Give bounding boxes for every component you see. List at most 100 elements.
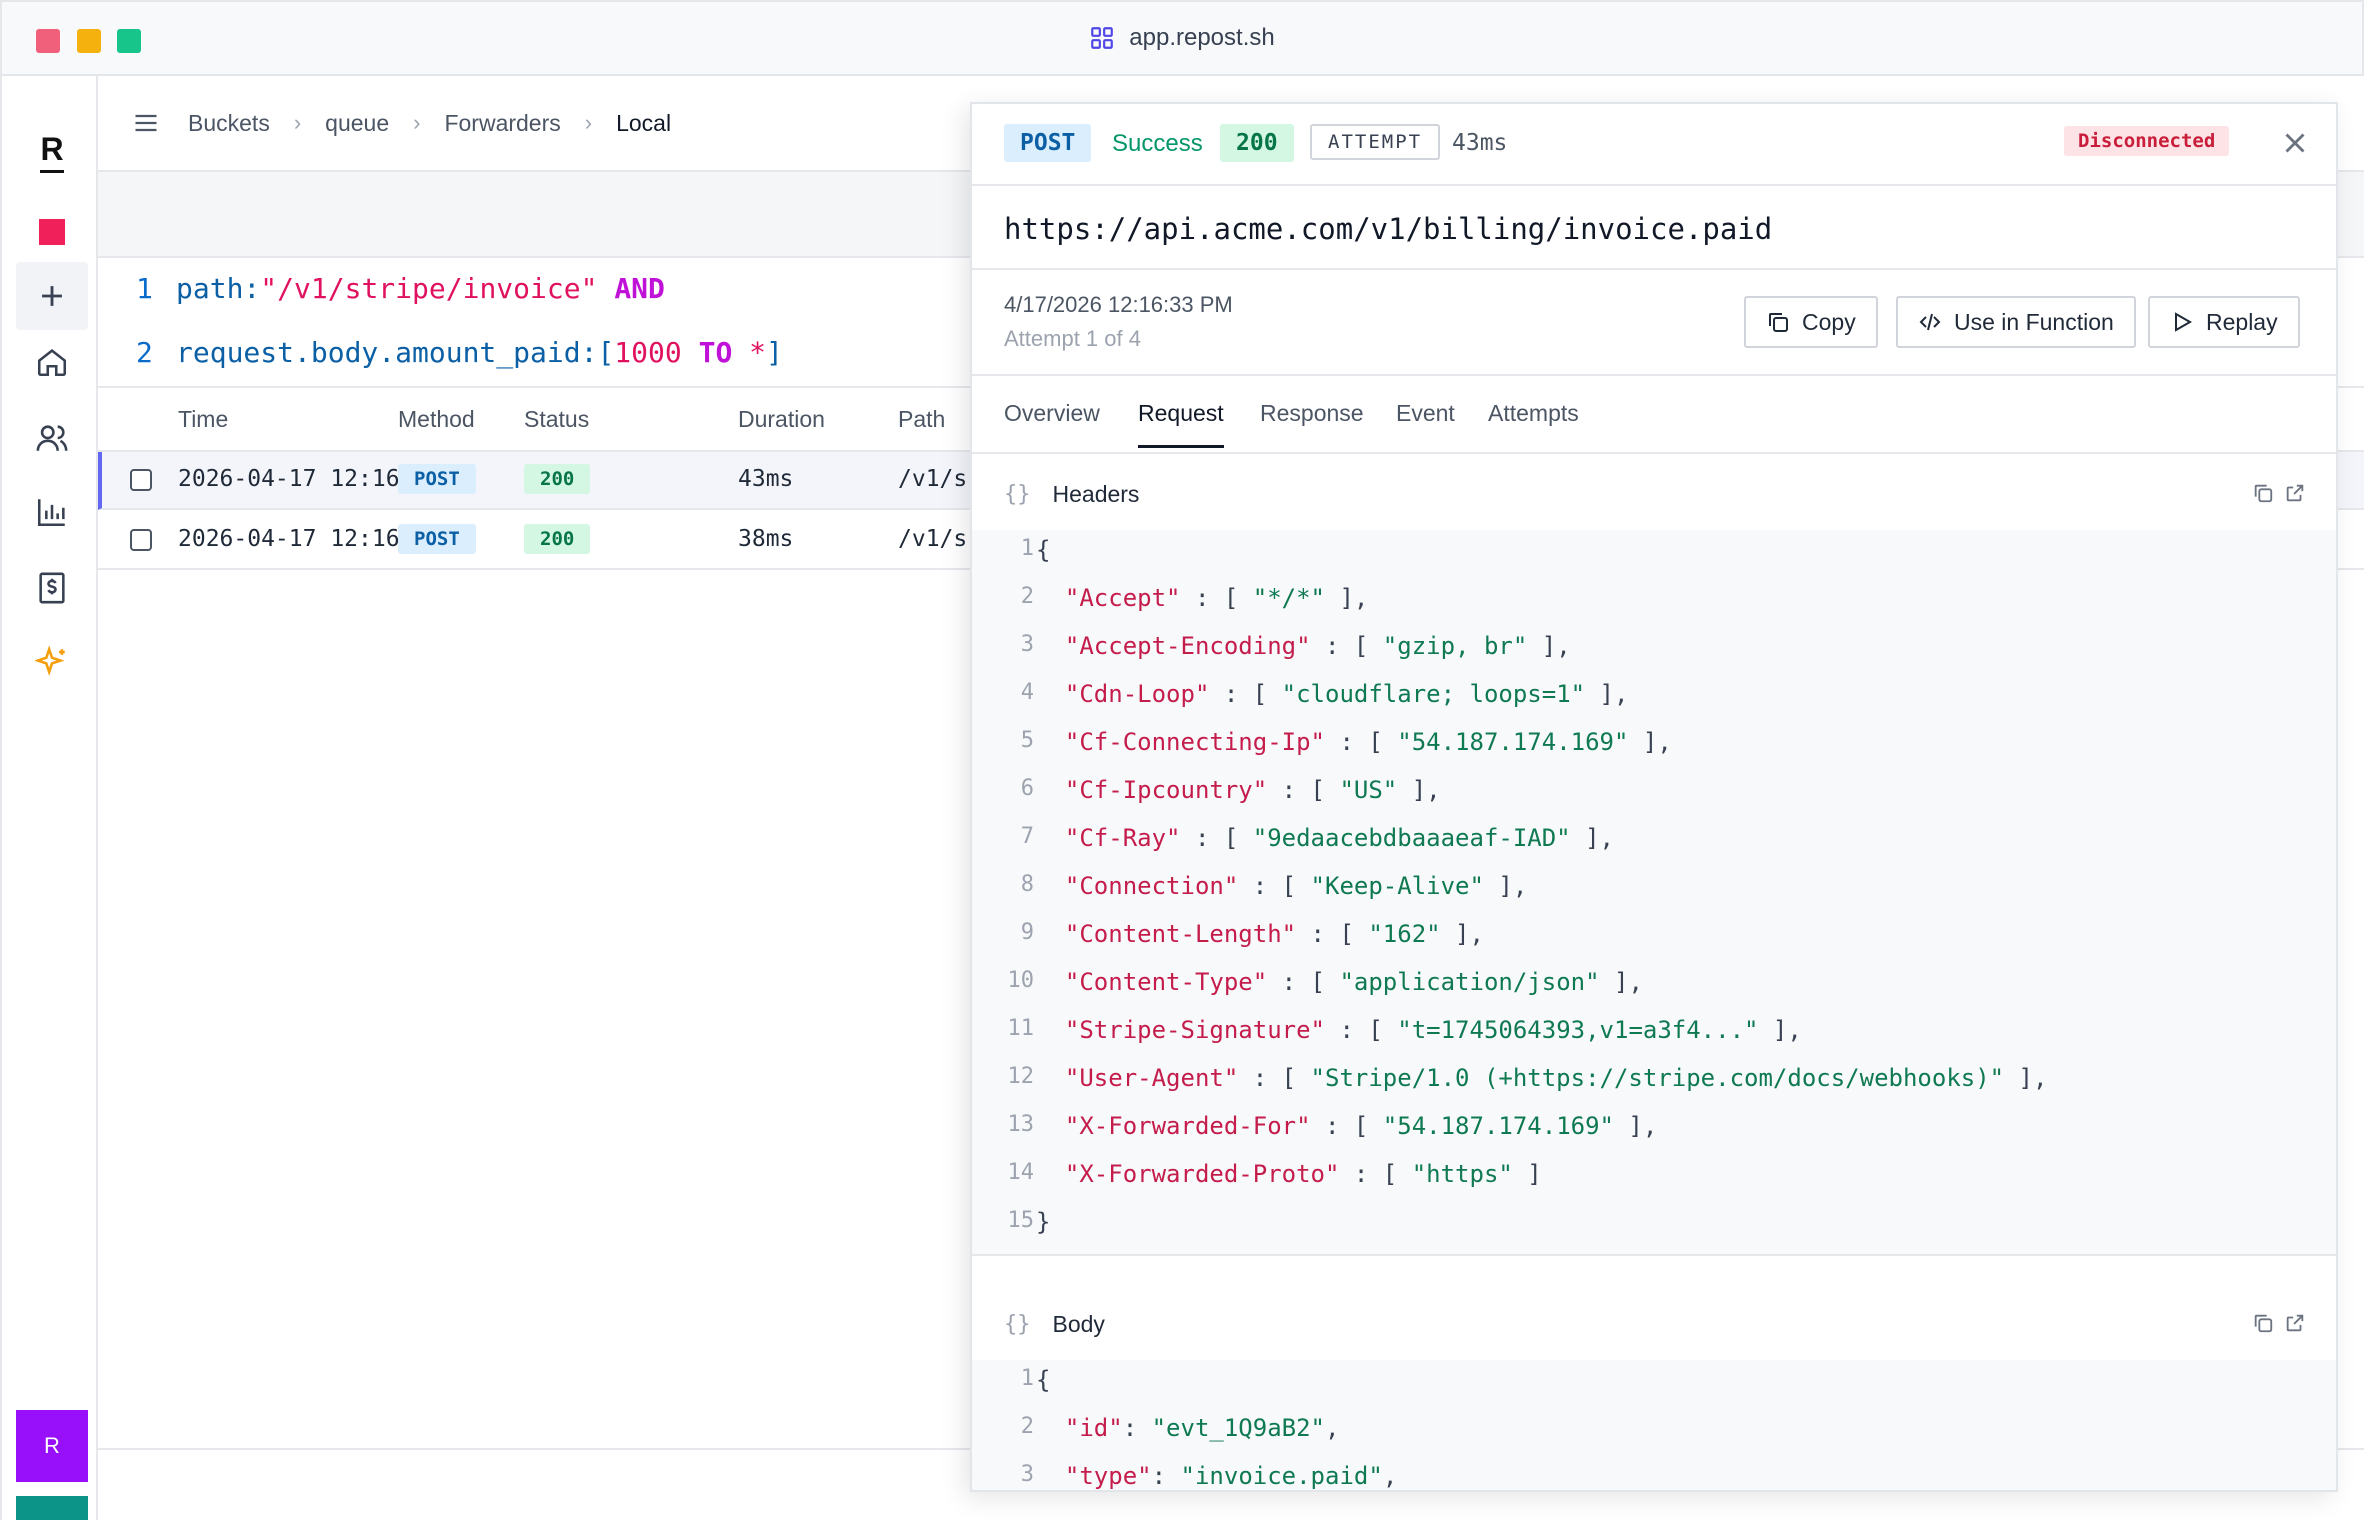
line-number: 2 <box>1020 584 1034 609</box>
chevron-right-icon: › <box>413 110 421 135</box>
headers-code-block[interactable]: 1{2 "Accept" : [ "*/*" ], 3 "Accept-Encod… <box>972 530 2336 1254</box>
headers-section-header[interactable]: {} Headers <box>972 468 2336 520</box>
app-logo[interactable]: R <box>16 118 88 186</box>
stop-icon[interactable] <box>16 198 88 266</box>
status-badge: 200 <box>1220 124 1294 162</box>
column-status[interactable]: Status <box>524 406 589 433</box>
header-value: "Stripe/1.0 (+https://stripe.com/docs/we… <box>1310 1064 2005 1092</box>
header-value: "cloudflare; loops=1" <box>1281 680 1586 708</box>
code-token: ], <box>2004 1064 2048 1092</box>
code-token: , <box>1325 1414 1340 1442</box>
ai-button[interactable] <box>16 628 88 696</box>
code-token: : [ <box>1238 1064 1311 1092</box>
line-number: 5 <box>1020 728 1034 753</box>
url-text: app.repost.sh <box>1129 24 1275 51</box>
line-number: 14 <box>1007 1160 1035 1185</box>
query-operator: TO <box>698 336 733 369</box>
body-code-block[interactable]: 1{2 "id": "evt_1Q9aB2", 3 "type": "invoic… <box>972 1360 2336 1490</box>
line-number: 8 <box>1020 872 1034 897</box>
header-key: "Content-Type" <box>1064 968 1268 996</box>
code-line: 3 "type": "invoice.paid", <box>972 1462 2336 1490</box>
status-text: Success <box>1112 130 1203 157</box>
row-checkbox[interactable] <box>130 529 152 551</box>
external-link-icon[interactable] <box>2284 482 2306 504</box>
header-key: "X-Forwarded-For" <box>1064 1112 1311 1140</box>
column-method[interactable]: Method <box>398 406 475 433</box>
header-value: "162" <box>1368 920 1441 948</box>
close-icon[interactable] <box>2278 126 2312 160</box>
code-token: : [ <box>1325 1016 1398 1044</box>
headers-title: Headers <box>1052 480 1140 507</box>
code-token: } <box>1036 1208 1051 1236</box>
column-duration[interactable]: Duration <box>738 406 825 433</box>
code-text: "Accept-Encoding" : [ "gzip, br" ], <box>1036 632 1571 660</box>
header-key: "Cf-Ray" <box>1064 824 1181 852</box>
body-key: "id" <box>1064 1414 1123 1442</box>
breadcrumb-local[interactable]: Local <box>616 110 671 137</box>
tab-overview[interactable]: Overview <box>1004 400 1100 445</box>
code-line: 12 "User-Agent" : [ "Stripe/1.0 (+https:… <box>972 1064 2336 1112</box>
analytics-button[interactable] <box>16 478 88 546</box>
line-number: 1 <box>1020 1366 1034 1391</box>
header-key: "Cf-Ipcountry" <box>1064 776 1268 804</box>
add-button[interactable] <box>16 262 88 330</box>
code-text: { <box>1036 536 1050 564</box>
column-path[interactable]: Path <box>898 406 945 433</box>
header-value: "application/json" <box>1339 968 1600 996</box>
code-token: : [ <box>1310 632 1383 660</box>
panel-header: POST Success 200 ATTEMPT 43ms Disconnect… <box>972 104 2336 186</box>
column-time[interactable]: Time <box>178 406 228 433</box>
code-icon <box>1919 313 1941 331</box>
request-timestamp: 4/17/2026 12:16:33 PM <box>1004 292 1233 317</box>
avatar[interactable]: R <box>16 1410 88 1482</box>
query-bracket: ] <box>766 336 783 369</box>
replay-button[interactable]: Replay <box>2148 296 2300 348</box>
tab-attempts[interactable]: Attempts <box>1488 400 1579 445</box>
code-line: 5 "Cf-Connecting-Ip" : [ "54.187.174.169… <box>972 728 2336 776</box>
code-text: "User-Agent" : [ "Stripe/1.0 (+https://s… <box>1036 1064 2048 1092</box>
user-avatar[interactable]: FS <box>16 1496 88 1520</box>
braces-icon: {} <box>1004 1311 1031 1337</box>
play-icon <box>2175 312 2193 332</box>
chevron-right-icon: › <box>584 110 593 135</box>
billing-button[interactable] <box>16 554 88 622</box>
body-value: "evt_1Q9aB2" <box>1151 1414 1325 1442</box>
request-url: https://api.acme.com/v1/billing/invoice.… <box>1004 212 1773 246</box>
status-badge: 200 <box>524 464 591 494</box>
copy-icon[interactable] <box>2252 482 2274 504</box>
users-icon <box>36 425 68 451</box>
code-text: { <box>1036 1366 1050 1394</box>
copy-icon[interactable] <box>2252 1312 2274 1334</box>
external-link-icon[interactable] <box>2284 1312 2306 1334</box>
body-value: "invoice.paid" <box>1180 1462 1383 1490</box>
divider <box>972 1254 2336 1256</box>
breadcrumb-forwarders[interactable]: Forwarders <box>444 110 560 137</box>
users-button[interactable] <box>16 404 88 472</box>
connection-status-badge: Disconnected <box>2064 126 2230 156</box>
method-badge: POST <box>398 524 476 554</box>
code-token: ], <box>1628 728 1672 756</box>
code-token: : [ <box>1267 968 1340 996</box>
row-duration: 43ms <box>738 466 794 492</box>
row-checkbox[interactable] <box>130 469 152 491</box>
home-button[interactable] <box>16 328 88 396</box>
tab-request[interactable]: Request <box>1138 400 1224 448</box>
sidebar-rail: R R FS <box>0 76 98 1520</box>
tab-event[interactable]: Event <box>1396 400 1455 445</box>
plus-icon <box>42 286 62 306</box>
breadcrumb-buckets[interactable]: Buckets <box>188 110 270 137</box>
header-key: "Connection" <box>1064 872 1239 900</box>
query-operator: AND <box>614 272 665 305</box>
code-line: 13 "X-Forwarded-For" : [ "54.187.174.169… <box>972 1112 2336 1160</box>
code-text: "X-Forwarded-For" : [ "54.187.174.169" ]… <box>1036 1112 1657 1140</box>
code-line: 4 "Cdn-Loop" : [ "cloudflare; loops=1" ]… <box>972 680 2336 728</box>
body-section-header[interactable]: {} Body <box>972 1298 2336 1350</box>
code-token: ] <box>1512 1160 1542 1188</box>
use-in-function-button[interactable]: Use in Function <box>1896 296 2136 348</box>
tab-response[interactable]: Response <box>1260 400 1364 445</box>
menu-icon[interactable] <box>132 109 160 137</box>
copy-button[interactable]: Copy <box>1744 296 1878 348</box>
breadcrumb-queue[interactable]: queue <box>325 110 389 137</box>
